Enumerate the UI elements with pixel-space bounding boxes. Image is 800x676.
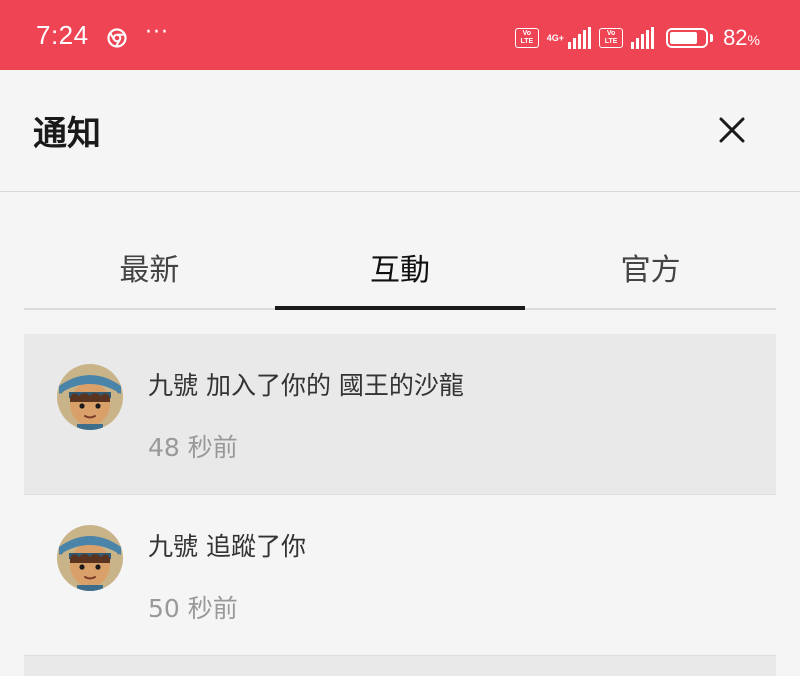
close-icon[interactable] <box>712 110 752 150</box>
avatar <box>57 525 123 591</box>
status-indicators: Vo LTE 4G+ Vo LTE 82% <box>514 24 760 52</box>
page-title: 通知 <box>33 114 101 154</box>
battery-nub <box>710 34 714 42</box>
tab-latest[interactable]: 最新 <box>24 236 275 304</box>
tab-interaction[interactable]: 互動 <box>274 236 526 310</box>
status-bar: 7:24 ··· Vo LTE 4G+ Vo LTE 82% <box>0 0 800 70</box>
notification-list: 九號 加入了你的 國王的沙龍 48 秒前 九號 追蹤了你 50 秒前 <box>24 334 776 676</box>
notification-time: 50 秒前 <box>148 594 238 623</box>
battery-percentage: 82% <box>723 25 760 50</box>
volte-icon-2: Vo LTE <box>599 28 624 48</box>
notification-text: 九號 追蹤了你 <box>148 532 306 561</box>
notification-time: 48 秒前 <box>148 433 238 462</box>
notification-text: 九號 加入了你的 國王的沙龍 <box>148 371 464 400</box>
avatar <box>57 364 123 430</box>
signal-strength-icon <box>568 27 592 49</box>
network-type-label: 4G+ <box>546 32 565 43</box>
battery-level <box>670 32 698 44</box>
more-notifications-icon: ··· <box>145 20 169 45</box>
chrome-icon <box>107 28 127 48</box>
notification-item[interactable]: 九號 追蹤了你 50 秒前 <box>24 495 776 656</box>
tab-official[interactable]: 官方 <box>525 236 776 304</box>
volte-icon: Vo LTE <box>514 28 539 48</box>
page-header: 通知 <box>0 70 800 192</box>
signal-strength-icon-2 <box>631 27 655 49</box>
notification-item[interactable]: 九號 加入了你的 國王的沙龍 48 秒前 <box>24 334 776 495</box>
notification-item-partial[interactable] <box>24 656 776 676</box>
notification-tabs: 最新 互動 官方 <box>24 240 776 310</box>
status-time: 7:24 <box>36 20 89 50</box>
battery-icon <box>666 28 709 48</box>
